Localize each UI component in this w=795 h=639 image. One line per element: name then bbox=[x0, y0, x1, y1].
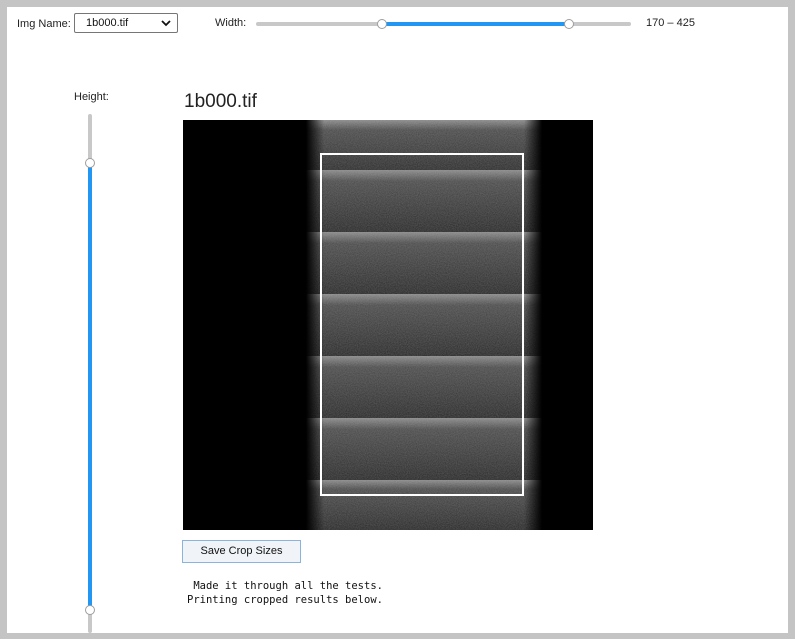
output-log: Made it through all the tests. Printing c… bbox=[187, 579, 383, 607]
img-name-value: 1b000.tif bbox=[86, 17, 129, 29]
width-min-handle[interactable] bbox=[376, 19, 387, 29]
sample-bands bbox=[306, 120, 542, 530]
height-label: Height: bbox=[74, 91, 109, 103]
log-line: Printing cropped results below. bbox=[187, 594, 383, 606]
height-min-handle[interactable] bbox=[85, 158, 95, 169]
img-name-label: Img Name: bbox=[17, 18, 71, 30]
width-range-fill bbox=[381, 22, 570, 26]
log-line: Made it through all the tests. bbox=[187, 580, 383, 592]
image-title: 1b000.tif bbox=[184, 91, 257, 112]
width-label: Width: bbox=[215, 17, 247, 29]
chevron-down-icon bbox=[161, 20, 171, 27]
height-range-slider[interactable] bbox=[85, 114, 95, 633]
app-window: Img Name: 1b000.tif Width: 170 – 425 Hei… bbox=[7, 7, 788, 633]
width-range-value: 170 – 425 bbox=[646, 17, 695, 29]
width-max-handle[interactable] bbox=[564, 19, 575, 29]
image-preview bbox=[183, 120, 593, 530]
img-name-select[interactable]: 1b000.tif bbox=[74, 13, 178, 33]
height-range-fill bbox=[88, 163, 92, 610]
save-crop-sizes-button[interactable]: Save Crop Sizes bbox=[182, 540, 301, 563]
width-range-slider[interactable] bbox=[256, 19, 631, 29]
height-max-handle[interactable] bbox=[85, 604, 95, 615]
